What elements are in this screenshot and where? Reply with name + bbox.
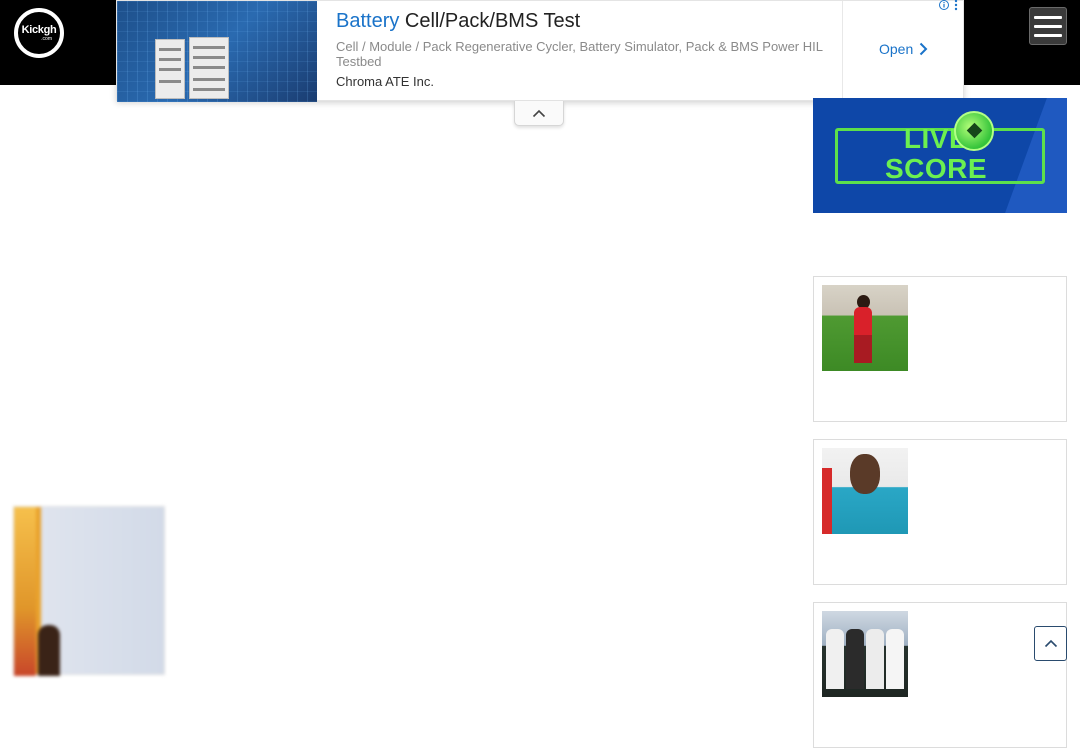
hamburger-icon-bar	[1034, 24, 1062, 28]
scroll-to-top-button[interactable]	[1034, 626, 1067, 661]
cabinet-shape	[155, 39, 185, 99]
ad-collapse-button[interactable]	[514, 101, 564, 126]
hamburger-icon-bar	[1034, 33, 1062, 37]
ad-company: Chroma ATE Inc.	[336, 74, 435, 89]
blurred-image	[13, 506, 165, 676]
info-icon[interactable]	[939, 0, 961, 14]
ad-open-button[interactable]: Open	[879, 41, 928, 57]
live-score-banner[interactable]: LIVE SCORE	[813, 98, 1067, 213]
news-card[interactable]	[813, 439, 1067, 585]
news-thumbnail[interactable]	[822, 285, 908, 371]
news-thumbnail[interactable]	[822, 448, 908, 534]
ad-title-highlight: Battery	[336, 10, 400, 32]
live-score-line2: SCORE	[885, 153, 988, 184]
cabinet-shape	[189, 37, 229, 99]
ad-open-label: Open	[879, 41, 914, 57]
menu-button[interactable]	[1029, 7, 1067, 45]
chevron-right-icon	[920, 42, 928, 56]
hamburger-icon	[1034, 15, 1062, 19]
ad-description: Cell / Module / Pack Regenerative Cycler…	[336, 39, 823, 69]
football-icon	[954, 111, 994, 151]
chevron-up-icon	[1044, 639, 1057, 648]
news-card[interactable]	[813, 276, 1067, 422]
chevron-up-icon	[532, 109, 546, 117]
ad-banner[interactable]: Battery Cell/Pack/BMS Test Cell / Module…	[116, 0, 964, 102]
news-thumbnail[interactable]	[822, 611, 908, 697]
ad-divider	[842, 1, 843, 102]
ad-title[interactable]: Battery Cell/Pack/BMS Test	[336, 10, 580, 33]
ad-image	[117, 1, 317, 102]
news-card[interactable]	[813, 602, 1067, 748]
site-logo[interactable]: Kickgh .com	[14, 8, 64, 58]
ad-title-rest: Cell/Pack/BMS Test	[399, 10, 581, 32]
logo-subtext: .com	[41, 35, 52, 42]
logo-text: Kickgh	[21, 23, 57, 36]
